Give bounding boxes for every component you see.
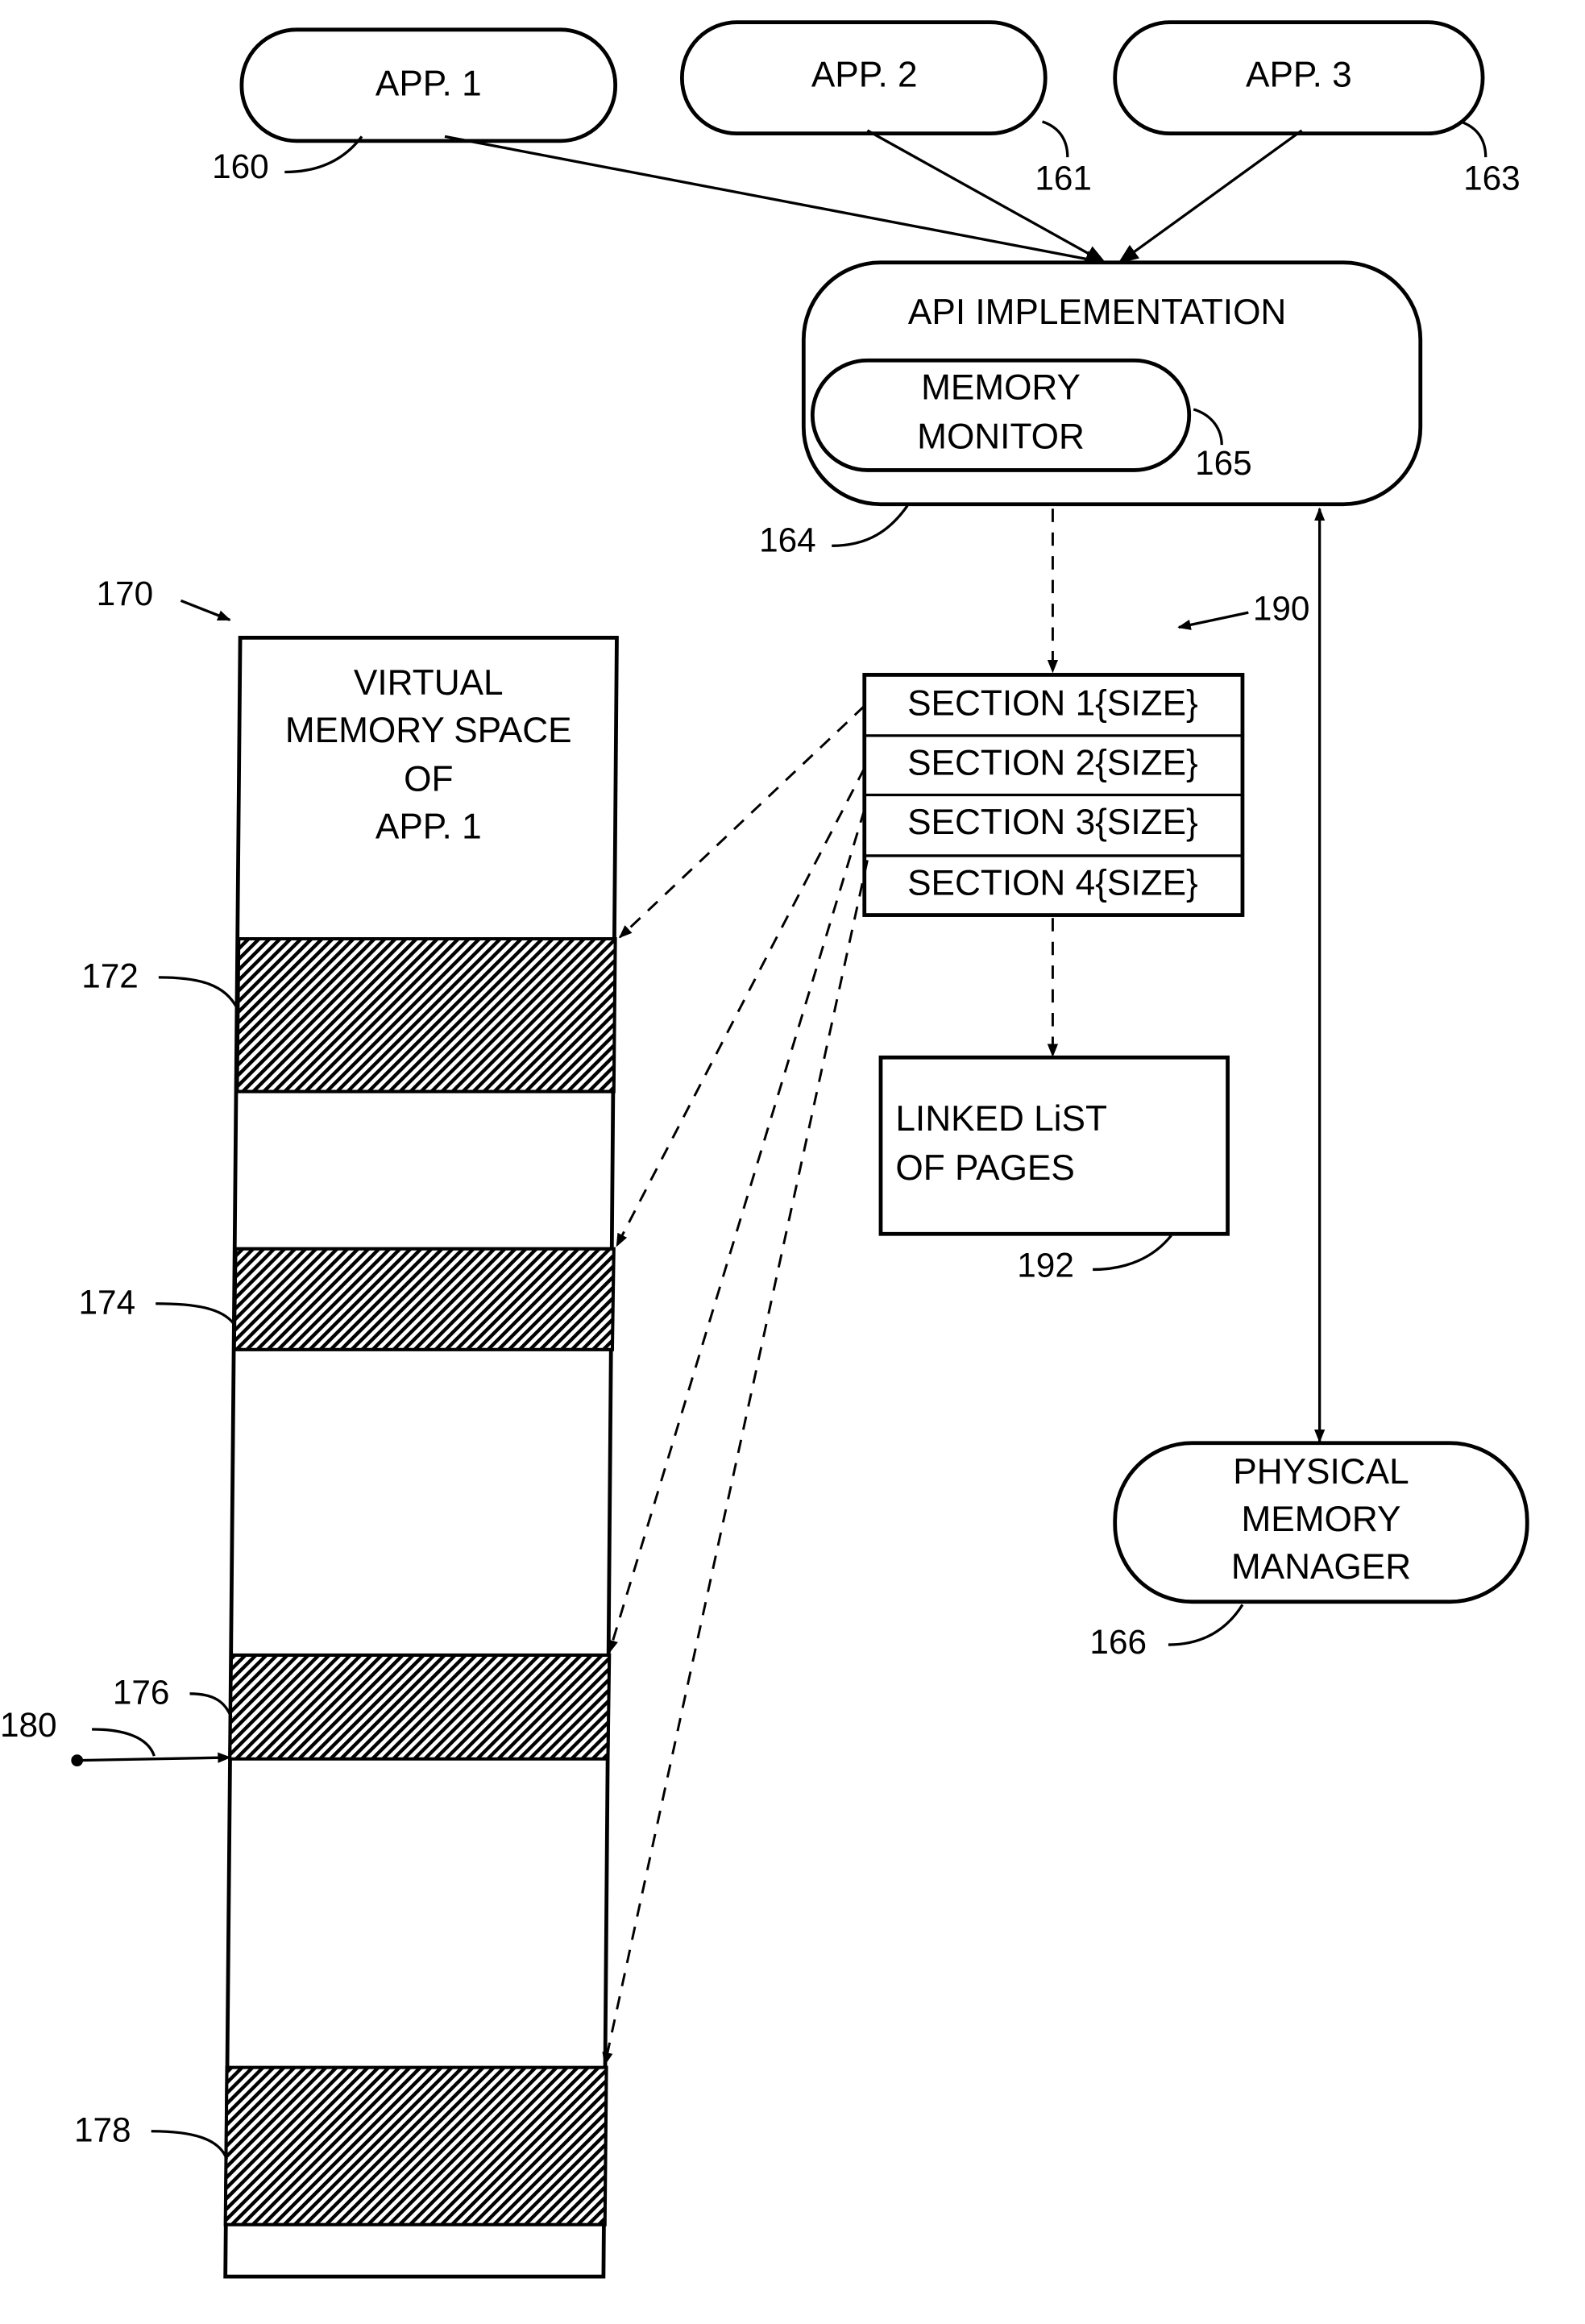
sections-table: SECTION 1{SIZE} SECTION 2{SIZE} SECTION … xyxy=(862,673,1245,917)
ref-161-leader xyxy=(1041,120,1069,158)
ref-192-leader xyxy=(1093,1235,1172,1272)
physical-memory-manager-line3: MANAGER xyxy=(1231,1547,1411,1587)
ref-178-leader xyxy=(151,2130,229,2160)
ref-164-leader xyxy=(832,504,909,547)
pointer-180-arrow xyxy=(77,1752,231,1763)
memory-region-178 xyxy=(223,2065,608,2226)
ref-165-label: 165 xyxy=(1195,444,1252,482)
virtual-memory-line4: APP. 1 xyxy=(376,807,482,846)
ref-161-label: 161 xyxy=(1035,160,1092,197)
ref-170-label: 170 xyxy=(97,575,154,612)
virtual-memory-line2: MEMORY SPACE xyxy=(285,711,572,750)
app-1-label: APP. 1 xyxy=(376,64,482,103)
app-3-to-api-arrow xyxy=(1118,129,1303,264)
section-row-4: SECTION 4{SIZE} xyxy=(907,863,1198,903)
ref-164-label: 164 xyxy=(759,521,816,559)
ref-176-label: 176 xyxy=(113,1674,170,1712)
memory-monitor-line1: MEMORY xyxy=(921,368,1081,408)
section-1-to-region-172-arrow xyxy=(618,704,865,939)
section-row-2: SECTION 2{SIZE} xyxy=(907,743,1198,782)
section-4-to-region-178-arrow xyxy=(602,860,869,2066)
virtual-memory-line1: VIRTUAL xyxy=(354,663,504,703)
app-3-node: APP. 3 xyxy=(1113,20,1485,136)
physical-memory-manager-line1: PHYSICAL xyxy=(1233,1452,1409,1492)
ref-180-label: 180 xyxy=(0,1706,57,1744)
ref-163-leader xyxy=(1459,120,1487,158)
app-1-node: APP. 1 xyxy=(239,27,618,143)
ref-180-leader xyxy=(92,1728,156,1757)
app-2-label: APP. 2 xyxy=(811,55,918,94)
ref-174-leader xyxy=(156,1302,236,1326)
linked-list-line1: LINKED LiST xyxy=(895,1099,1107,1139)
ref-190-arrow xyxy=(1177,611,1249,630)
app-1-to-api-arrow xyxy=(444,135,1107,268)
ref-170-arrow xyxy=(180,599,231,621)
app-2-node: APP. 2 xyxy=(680,20,1048,136)
api-implementation-label: API IMPLEMENTATION xyxy=(908,293,1286,332)
memory-region-174 xyxy=(232,1247,616,1351)
ref-172-leader xyxy=(158,976,239,1010)
memory-architecture-diagram: APP. 1 APP. 2 APP. 3 160 161 163 API IMP… xyxy=(0,20,1529,2279)
memory-monitor-line2: MONITOR xyxy=(917,417,1085,456)
ref-166-leader xyxy=(1168,1604,1244,1646)
section-row-3: SECTION 3{SIZE} xyxy=(907,803,1198,842)
virtual-memory-column: VIRTUAL MEMORY SPACE OF APP. 1 xyxy=(223,636,619,2279)
ref-190-label: 190 xyxy=(1253,589,1310,627)
ref-192-label: 192 xyxy=(1017,1247,1074,1284)
virtual-memory-line3: OF xyxy=(404,760,453,799)
ref-174-label: 174 xyxy=(79,1284,136,1322)
ref-178-label: 178 xyxy=(74,2111,131,2149)
memory-region-176 xyxy=(228,1653,612,1761)
physical-memory-manager-node: PHYSICAL MEMORY MANAGER xyxy=(1113,1441,1529,1604)
memory-region-172 xyxy=(235,936,617,1094)
ref-163-label: 163 xyxy=(1463,160,1521,197)
linked-list-line2: OF PAGES xyxy=(895,1148,1074,1188)
section-2-to-region-174-arrow xyxy=(616,767,866,1247)
linked-list-node: LINKED LiST OF PAGES xyxy=(878,1055,1230,1236)
app-3-label: APP. 3 xyxy=(1246,55,1352,94)
physical-memory-manager-line2: MEMORY xyxy=(1242,1500,1401,1539)
ref-172-label: 172 xyxy=(81,957,139,995)
ref-160-label: 160 xyxy=(212,147,269,185)
section-row-1: SECTION 1{SIZE} xyxy=(907,684,1198,724)
section-3-to-region-176-arrow xyxy=(608,809,866,1654)
ref-166-label: 166 xyxy=(1089,1623,1147,1661)
ref-176-leader xyxy=(189,1692,233,1718)
memory-monitor-node: MEMORY MONITOR xyxy=(810,358,1192,472)
